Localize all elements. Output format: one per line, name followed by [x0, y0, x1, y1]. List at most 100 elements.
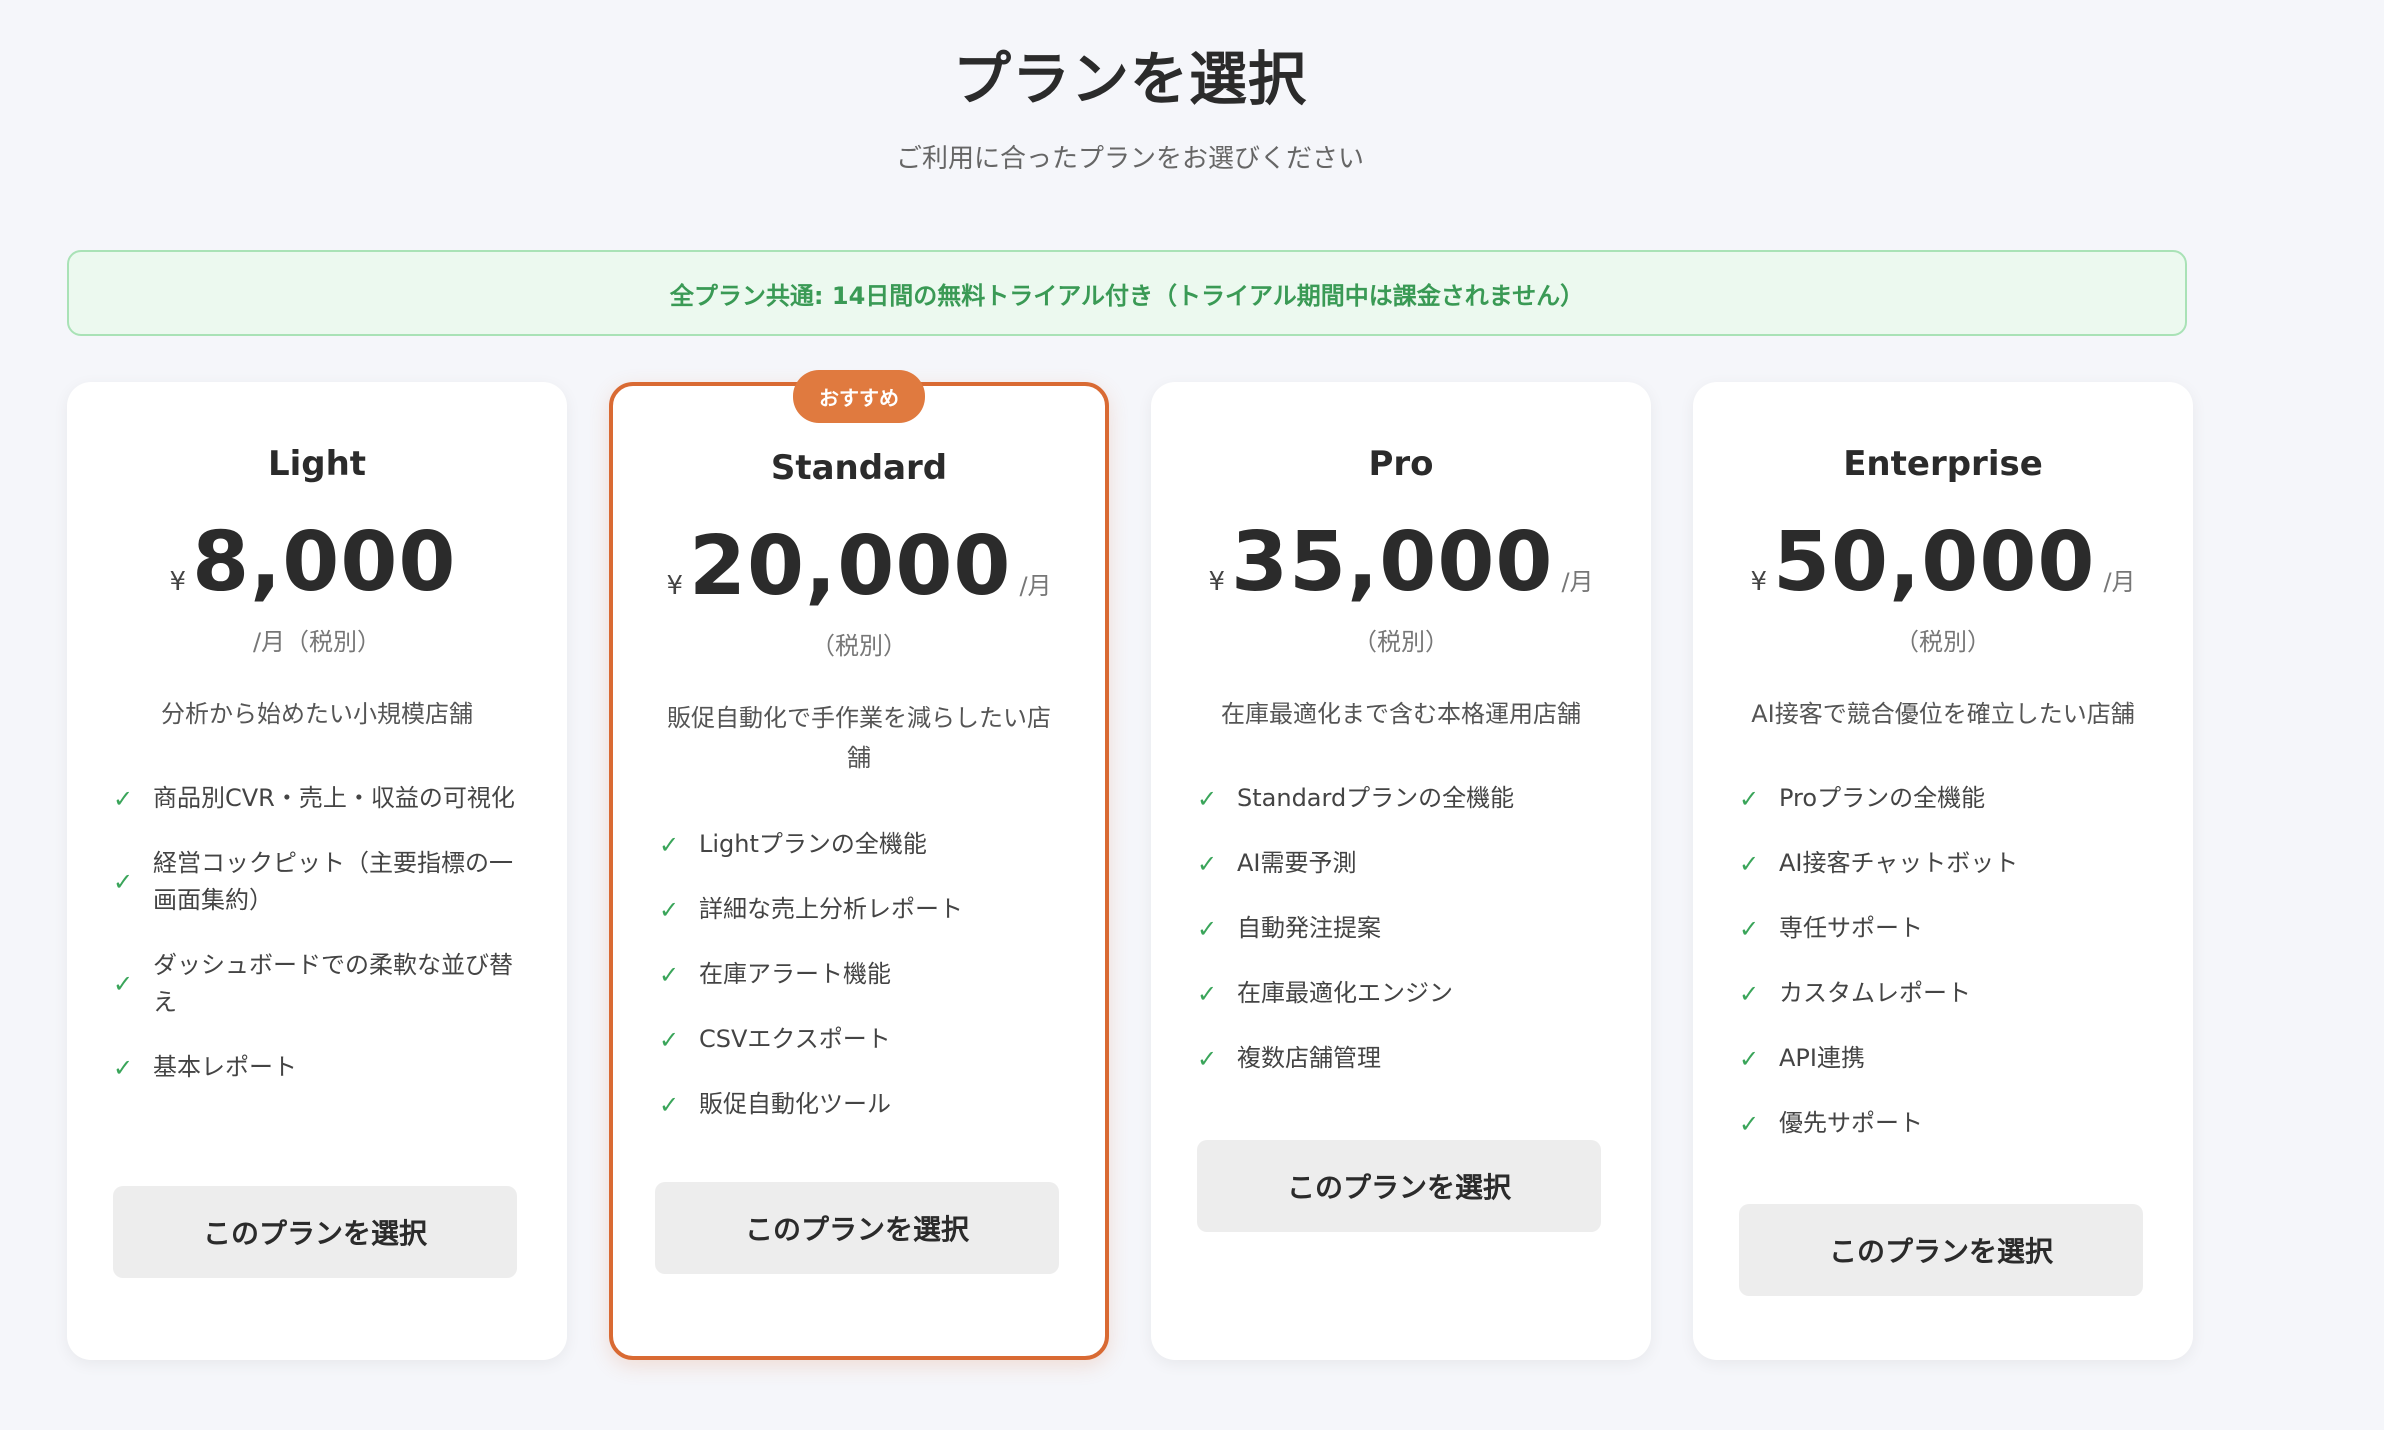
- feature-item: ✓ AI接客チャットボット: [1739, 845, 2153, 882]
- plan-price: ¥ 20,000 /月: [613, 526, 1105, 608]
- price-period: /月: [2103, 568, 2136, 596]
- feature-item: ✓ 複数店舗管理: [1197, 1040, 1611, 1077]
- feature-item: ✓ カスタムレポート: [1739, 975, 2153, 1012]
- feature-item: ✓ 販促自動化ツール: [659, 1086, 1065, 1123]
- check-icon: ✓: [659, 1025, 680, 1054]
- feature-text: 基本レポート: [153, 1053, 297, 1081]
- check-icon: ✓: [1197, 914, 1218, 943]
- select-plan-button-enterprise[interactable]: このプランを選択: [1739, 1204, 2143, 1296]
- page-title: プランを選択: [952, 45, 1307, 113]
- check-icon: ✓: [1739, 979, 1760, 1008]
- feature-text: Lightプランの全機能: [699, 830, 927, 858]
- currency-symbol: ¥: [169, 567, 187, 597]
- check-icon: ✓: [1197, 1044, 1218, 1073]
- feature-text: 商品別CVR・売上・収益の可視化: [153, 784, 515, 812]
- check-icon: ✓: [659, 1090, 680, 1119]
- plan-description: 販促自動化で手作業を減らしたい店舗: [667, 704, 1051, 772]
- plan-card-light: Light ¥ 8,000 /月（税別） 分析から始めたい小規模店舗 ✓ 商品別C…: [67, 382, 567, 1360]
- feature-text: 販促自動化ツール: [699, 1090, 891, 1118]
- feature-list: ✓ Standardプランの全機能 ✓ AI需要予測 ✓ 自動発注提案 ✓ 在庫最適化エ…: [1197, 780, 1611, 1105]
- tax-note: （税別）: [1353, 628, 1449, 656]
- feature-item: ✓ ダッシュボードでの柔軟な並び替え: [113, 947, 527, 1021]
- price-amount: 8,000: [192, 515, 457, 610]
- feature-text: 優先サポート: [1779, 1109, 1923, 1137]
- feature-item: ✓ Standardプランの全機能: [1197, 780, 1611, 817]
- select-plan-button-light[interactable]: このプランを選択: [113, 1186, 517, 1278]
- feature-text: AI需要予測: [1237, 849, 1357, 877]
- check-icon: ✓: [1197, 979, 1218, 1008]
- feature-text: 在庫最適化エンジン: [1237, 979, 1453, 1007]
- price-period: /月: [1561, 568, 1594, 596]
- price-period: /月: [1019, 572, 1052, 600]
- feature-text: 経営コックピット（主要指標の一画面集約）: [153, 849, 513, 914]
- price-amount: 50,000: [1773, 515, 2096, 610]
- trial-notice-text: 全プラン共通: 14日間の無料トライアル付き（トライアル期間中は課金されません）: [669, 281, 1585, 310]
- check-icon: ✓: [113, 1053, 134, 1082]
- plan-description: AI接客で競合優位を確立したい店舗: [1751, 700, 2135, 728]
- feature-text: カスタムレポート: [1779, 979, 1971, 1007]
- plan-name: Standard: [770, 448, 948, 488]
- feature-list: ✓ Lightプランの全機能 ✓ 詳細な売上分析レポート ✓ 在庫アラート機能 ✓ CS…: [659, 826, 1065, 1151]
- check-icon: ✓: [659, 960, 680, 989]
- currency-symbol: ¥: [666, 571, 683, 601]
- check-icon: ✓: [1739, 784, 1760, 813]
- page-subtitle: ご利用に合ったプランをお選びください: [895, 144, 1364, 174]
- plan-card-standard: おすすめ Standard ¥ 20,000 /月 （税別） 販促自動化で手作業…: [609, 370, 1109, 1360]
- check-icon: ✓: [659, 895, 680, 924]
- select-plan-button-pro[interactable]: このプランを選択: [1197, 1140, 1601, 1232]
- check-icon: ✓: [113, 784, 134, 813]
- feature-text: Standardプランの全機能: [1237, 784, 1515, 812]
- plan-card-pro: Pro ¥ 35,000 /月 （税別） 在庫最適化まで含む本格運用店舗 ✓ St…: [1151, 382, 1651, 1360]
- feature-text: AI接客チャットボット: [1779, 849, 2019, 877]
- plan-price: ¥ 50,000 /月: [1693, 522, 2193, 604]
- feature-item: ✓ 商品別CVR・売上・収益の可視化: [113, 780, 527, 817]
- feature-item: ✓ 在庫最適化エンジン: [1197, 975, 1611, 1012]
- check-icon: ✓: [1739, 1044, 1760, 1073]
- price-amount: 35,000: [1231, 515, 1554, 610]
- feature-item: ✓ Proプランの全機能: [1739, 780, 2153, 817]
- feature-item: ✓ 優先サポート: [1739, 1105, 2153, 1142]
- plan-price: ¥ 35,000 /月: [1151, 522, 1651, 604]
- plan-description: 在庫最適化まで含む本格運用店舗: [1221, 700, 1581, 728]
- feature-item: ✓ 基本レポート: [113, 1049, 527, 1086]
- check-icon: ✓: [113, 868, 134, 896]
- feature-text: 自動発注提案: [1237, 914, 1381, 942]
- check-icon: ✓: [1739, 914, 1760, 943]
- plan-price: ¥ 8,000: [67, 522, 567, 604]
- recommended-badge: おすすめ: [793, 370, 925, 423]
- currency-symbol: ¥: [1208, 567, 1225, 597]
- check-icon: ✓: [1197, 849, 1218, 878]
- feature-list: ✓ Proプランの全機能 ✓ AI接客チャットボット ✓ 専任サポート ✓ カスタムレポ…: [1739, 780, 2153, 1170]
- check-icon: ✓: [1739, 1109, 1760, 1138]
- feature-text: CSVエクスポート: [699, 1025, 891, 1053]
- plan-name: Pro: [1368, 444, 1434, 484]
- feature-item: ✓ Lightプランの全機能: [659, 826, 1065, 863]
- feature-text: 複数店舗管理: [1237, 1044, 1381, 1072]
- plan-name: Enterprise: [1843, 444, 2043, 484]
- feature-item: ✓ 在庫アラート機能: [659, 956, 1065, 993]
- tax-note: （税別）: [811, 632, 907, 660]
- feature-text: 在庫アラート機能: [699, 960, 891, 988]
- feature-text: Proプランの全機能: [1779, 784, 1986, 812]
- feature-text: ダッシュボードでの柔軟な並び替え: [153, 951, 513, 1016]
- price-amount: 20,000: [689, 519, 1012, 614]
- feature-item: ✓ 経営コックピット（主要指標の一画面集約）: [113, 845, 527, 919]
- currency-symbol: ¥: [1750, 567, 1767, 597]
- check-icon: ✓: [113, 970, 134, 998]
- check-icon: ✓: [1197, 784, 1218, 813]
- plan-card-enterprise: Enterprise ¥ 50,000 /月 （税別） AI接客で競合優位を確立…: [1693, 382, 2193, 1360]
- feature-item: ✓ 詳細な売上分析レポート: [659, 891, 1065, 928]
- plan-description: 分析から始めたい小規模店舗: [161, 700, 473, 728]
- feature-item: ✓ 専任サポート: [1739, 910, 2153, 947]
- tax-note: （税別）: [1895, 628, 1991, 656]
- feature-item: ✓ API連携: [1739, 1040, 2153, 1077]
- feature-item: ✓ AI需要予測: [1197, 845, 1611, 882]
- feature-text: API連携: [1779, 1044, 1865, 1072]
- feature-item: ✓ 自動発注提案: [1197, 910, 1611, 947]
- select-plan-button-standard[interactable]: このプランを選択: [655, 1182, 1059, 1274]
- tax-note: /月（税別）: [252, 628, 382, 656]
- check-icon: ✓: [1739, 849, 1760, 878]
- plan-name: Light: [267, 444, 367, 484]
- feature-text: 詳細な売上分析レポート: [699, 895, 963, 923]
- feature-list: ✓ 商品別CVR・売上・収益の可視化 ✓ 経営コックピット（主要指標の一画面集約） …: [113, 780, 527, 1114]
